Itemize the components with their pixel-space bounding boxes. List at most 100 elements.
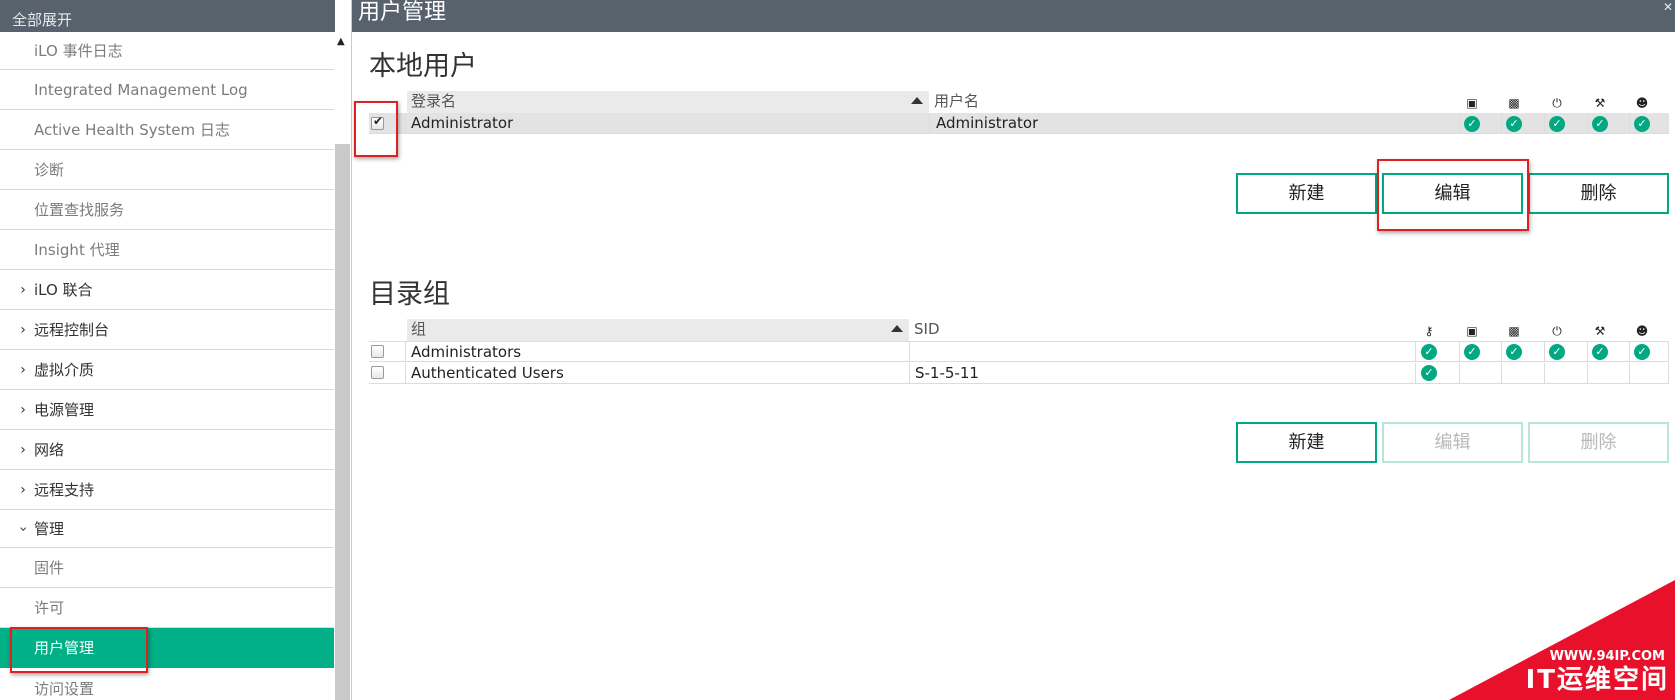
nav-group-remote-console[interactable]: › 远程控制台 [0,310,334,350]
column-divider [405,342,406,361]
nav-group-ilo-federation[interactable]: › iLO 联合 [0,270,334,310]
column-divider [1501,342,1502,361]
table-row[interactable]: Administrator Administrator ✓ ✓ ✓ ✓ ✓ [369,113,1669,134]
nav-group-label: 虚拟介质 [34,361,95,379]
local-users-edit-button[interactable]: 编辑 [1382,173,1523,214]
nav-item-insight-agent[interactable]: Insight 代理 [0,230,334,270]
nav-item-label: 诊断 [34,161,65,179]
column-divider [1544,363,1545,383]
local-users-heading: 本地用户 [369,51,477,82]
column-divider [1501,113,1502,133]
nav-item-label: 位置查找服务 [34,201,125,219]
column-divider [1629,113,1630,133]
chevron-right-icon: › [20,281,26,298]
check-circle-icon: ✓ [1464,344,1480,360]
chevron-down-icon: › [15,525,31,532]
check-circle-icon: ✓ [1421,365,1437,381]
cell-group: Administrators [411,343,522,361]
chevron-right-icon: › [20,361,26,378]
nav-item-user-administration[interactable]: 用户管理 [0,628,334,668]
nav-group-network[interactable]: › 网络 [0,430,334,470]
column-header-sid[interactable]: SID [910,319,1410,341]
nav-group-label: 远程支持 [34,481,95,499]
nav-group-label: 网络 [34,441,65,459]
watermark: WWW.94IP.COM IT运维空间 [1449,580,1675,700]
cell-username: Administrator [936,114,1039,132]
table-row[interactable]: Administrators ✓ ✓ ✓ ✓ ✓ ✓ [369,341,1669,362]
nav-item-label: Active Health System 日志 [34,121,230,139]
page-title: 用户管理 [358,0,447,25]
nav-item-integrated-management-log[interactable]: Integrated Management Log [0,70,334,110]
nav-item-label: 固件 [34,559,65,577]
nav-group-label: 管理 [34,520,65,538]
nav-item-location-discovery[interactable]: 位置查找服务 [0,190,334,230]
local-users-delete-button[interactable]: 删除 [1528,173,1669,214]
column-header-label: 组 [411,320,427,338]
watermark-name: IT运维空间 [1525,665,1669,695]
sidebar-divider [351,0,352,700]
scrollbar-thumb[interactable] [335,144,350,700]
expand-all-link[interactable]: 全部展开 [0,0,335,32]
nav-group-virtual-media[interactable]: › 虚拟介质 [0,350,334,390]
row-checkbox[interactable] [371,114,384,130]
chevron-right-icon: › [20,401,26,418]
nav-item-active-health-system-log[interactable]: Active Health System 日志 [0,110,334,150]
directory-groups-heading: 目录组 [369,279,450,310]
nav-group-power-management[interactable]: › 电源管理 [0,390,334,430]
check-circle-icon: ✓ [1634,344,1650,360]
local-users-new-button[interactable]: 新建 [1236,173,1377,214]
cell-group: Authenticated Users [411,364,564,382]
sort-asc-icon [891,325,903,332]
nav-item-diagnostics[interactable]: 诊断 [0,150,334,190]
nav-item-label: Integrated Management Log [34,80,248,99]
nav-item-access-settings[interactable]: 访问设置 [0,668,334,700]
column-divider [405,363,406,383]
remote-console-icon: ▣ [1466,324,1478,338]
directory-groups-edit-button[interactable]: 编辑 [1382,422,1523,463]
column-divider [1459,342,1460,361]
column-divider [1459,113,1460,133]
chevron-right-icon: › [20,441,26,458]
nav-item-label: 访问设置 [34,679,95,698]
nav-item-licensing[interactable]: 许可 [0,588,334,628]
check-circle-icon: ✓ [1549,344,1565,360]
virtual-media-icon: ▩ [1508,96,1520,110]
nav-item-label: 许可 [34,599,65,617]
row-checkbox[interactable] [371,366,384,379]
cell-sid: S-1-5-11 [915,364,979,382]
nav-group-remote-support[interactable]: › 远程支持 [0,470,334,510]
column-header-username[interactable]: 用户名 [930,91,1430,113]
check-circle-icon: ✓ [1592,116,1608,132]
user-admin-icon: ☻ [1635,96,1649,110]
check-circle-icon: ✓ [1506,344,1522,360]
column-divider [405,113,406,133]
close-icon[interactable]: ✕ [1663,0,1673,14]
remote-console-icon: ▣ [1466,96,1478,110]
column-divider [1629,363,1630,383]
column-divider [929,113,930,133]
row-checkbox[interactable] [371,345,384,358]
sidebar-scrollbar[interactable]: ▲ [334,32,351,700]
column-divider [1501,363,1502,383]
column-divider [1587,113,1588,133]
column-header-group[interactable]: 组 [407,319,909,341]
directory-groups-table: 组 SID ⚷ ▣ ▩ ⏻ ⚒ ☻ Administrators ✓ ✓ ✓ ✓… [369,319,1669,385]
chevron-right-icon: › [20,321,26,338]
nav-item-ilo-event-log[interactable]: iLO 事件日志 [0,32,334,70]
column-divider [1544,342,1545,361]
column-header-login[interactable]: 登录名 [407,91,929,113]
nav-group-label: 远程控制台 [34,321,110,339]
power-icon: ⏻ [1552,324,1562,338]
column-divider [909,363,910,383]
column-divider [1415,342,1416,361]
check-circle-icon: ✓ [1421,344,1437,360]
sort-asc-icon [911,97,923,104]
nav-group-administration[interactable]: › 管理 [0,510,334,548]
scroll-up-arrow-icon[interactable]: ▲ [337,36,345,47]
column-divider [1459,363,1460,383]
nav-item-firmware[interactable]: 固件 [0,548,334,588]
check-circle-icon: ✓ [1506,116,1522,132]
table-row[interactable]: Authenticated Users S-1-5-11 ✓ [369,363,1669,384]
directory-groups-new-button[interactable]: 新建 [1236,422,1377,463]
directory-groups-delete-button[interactable]: 删除 [1528,422,1669,463]
